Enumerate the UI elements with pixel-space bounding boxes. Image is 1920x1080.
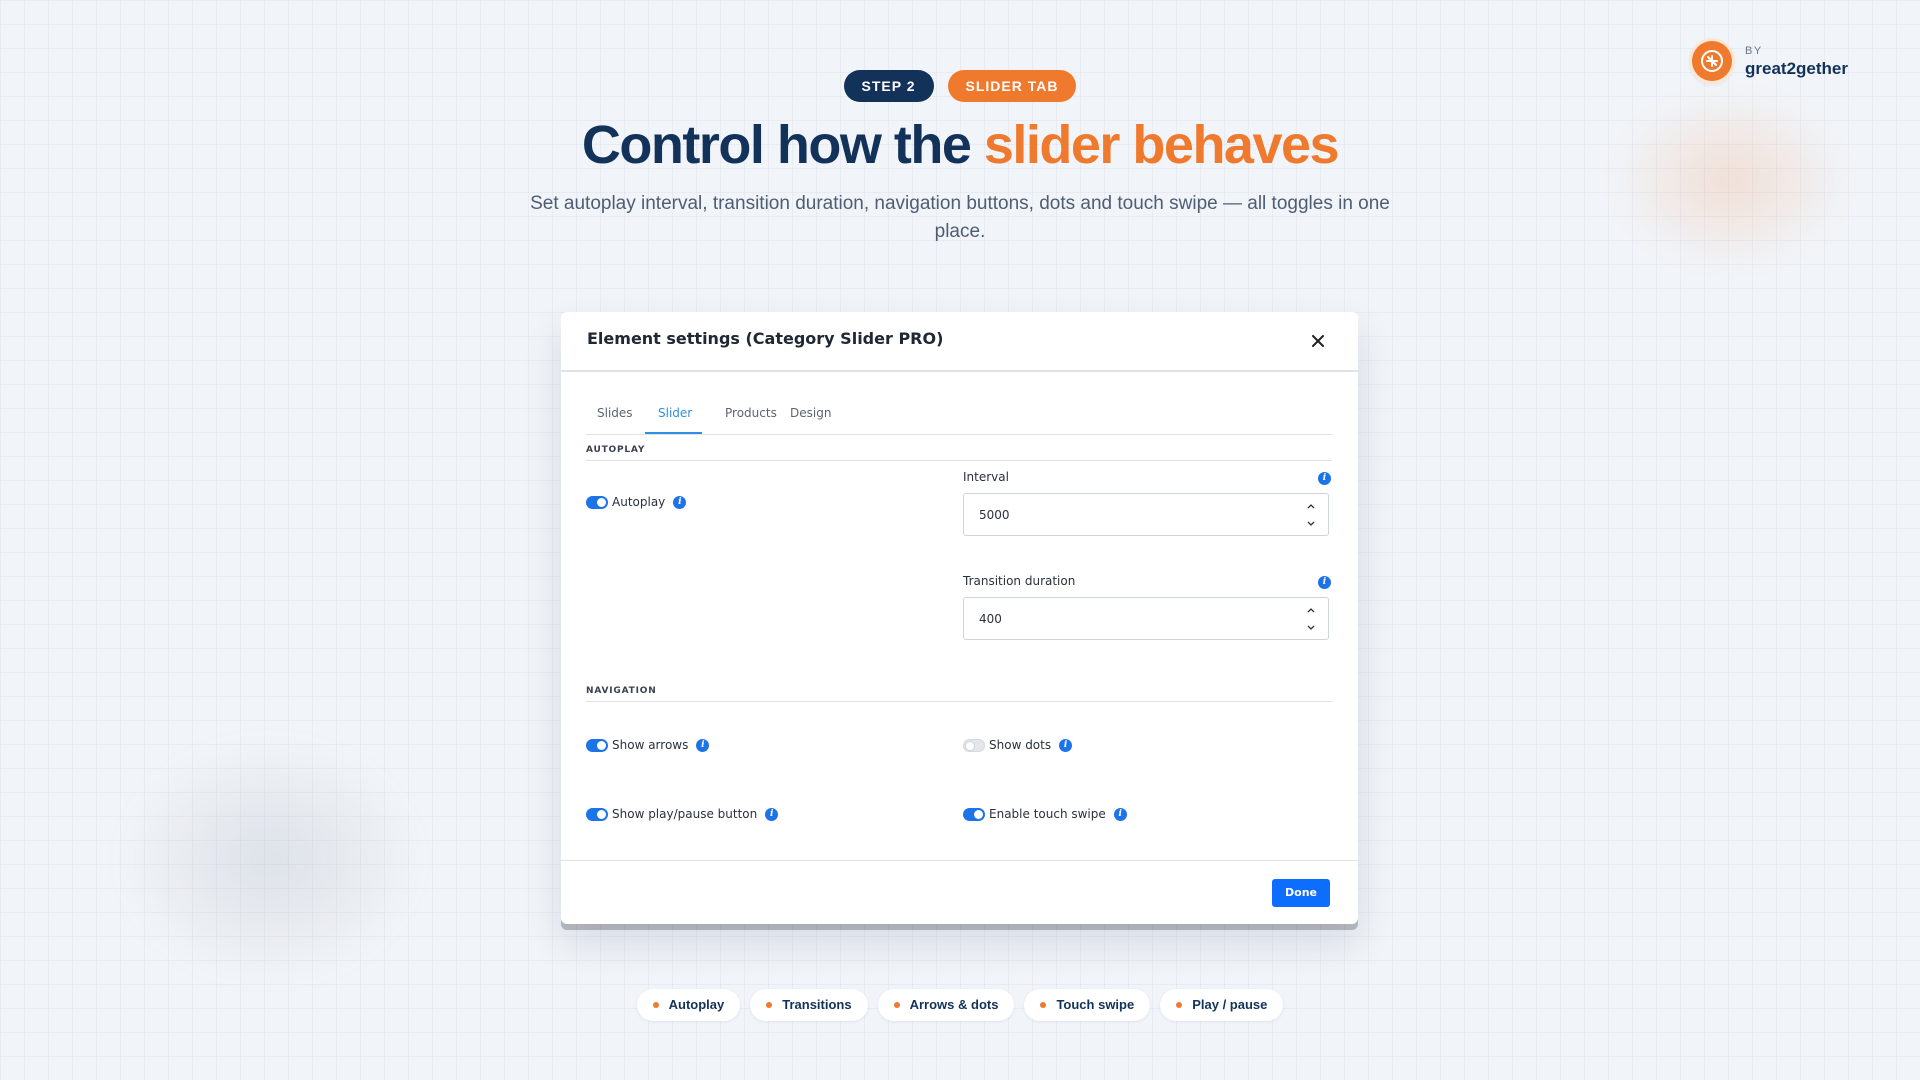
touch-swipe-toggle[interactable]: [963, 807, 985, 821]
transition-duration-input[interactable]: 400: [963, 597, 1329, 640]
navigation-section-label: NAVIGATION: [586, 686, 1332, 702]
show-arrows-toggle[interactable]: [586, 738, 608, 752]
settings-tabs: Slides Slider Products Design: [586, 394, 1332, 435]
show-arrows-label: Show arrows: [612, 738, 689, 752]
show-dots-label: Show dots: [989, 738, 1052, 752]
show-arrows-row: Show arrows i: [586, 738, 710, 752]
autoplay-toggle[interactable]: [586, 495, 608, 509]
close-button[interactable]: [1305, 328, 1331, 354]
background-glow-gray: [120, 740, 420, 980]
feature-chip: Touch swipe: [1024, 989, 1151, 1021]
transition-label: Transition duration: [963, 574, 1076, 588]
page-title-main: Control how the: [581, 115, 984, 175]
tab-slides[interactable]: Slides: [597, 406, 633, 420]
tab-slider[interactable]: Slider: [658, 406, 692, 420]
info-icon[interactable]: i: [1113, 807, 1127, 821]
feature-chip: Play / pause: [1160, 989, 1284, 1021]
interval-value: 5000: [979, 508, 1010, 522]
done-button[interactable]: Done: [1272, 879, 1330, 907]
feature-chip: Arrows & dots: [877, 989, 1015, 1021]
step-pills: STEP 2 SLIDER TAB: [0, 70, 1920, 102]
feature-chip: Transitions: [750, 989, 868, 1021]
bullet-dot-icon: [893, 1002, 900, 1008]
chip-label: Autoplay: [668, 997, 725, 1012]
close-icon: [1312, 335, 1324, 347]
info-icon[interactable]: i: [1318, 472, 1331, 485]
info-icon[interactable]: i: [765, 807, 779, 821]
chip-label: Touch swipe: [1056, 997, 1135, 1012]
autoplay-toggle-row: Autoplay i: [586, 495, 687, 509]
bullet-dot-icon: [766, 1002, 773, 1008]
info-icon[interactable]: i: [696, 738, 710, 752]
transition-value: 400: [979, 612, 1002, 626]
interval-input[interactable]: 5000: [963, 493, 1329, 536]
show-play-pause-row: Show play/pause button i: [586, 807, 779, 821]
autoplay-label: Autoplay: [612, 495, 666, 509]
info-icon[interactable]: i: [673, 495, 687, 509]
tab-products[interactable]: Products: [725, 406, 777, 420]
bullet-dot-icon: [1176, 1002, 1183, 1008]
dialog-footer-divider: [561, 860, 1358, 861]
chip-label: Transitions: [782, 997, 852, 1012]
chip-label: Play / pause: [1192, 997, 1268, 1012]
page-subtitle: Set autoplay interval, transition durati…: [530, 193, 1390, 242]
info-icon[interactable]: i: [1059, 738, 1073, 752]
bullet-dot-icon: [1040, 1002, 1047, 1008]
dialog-title: Element settings (Category Slider PRO): [587, 329, 944, 348]
touch-swipe-row: Enable touch swipe i: [963, 807, 1127, 821]
dialog-header: Element settings (Category Slider PRO): [561, 312, 1358, 372]
step-pill: STEP 2: [843, 70, 934, 102]
bullet-dot-icon: [652, 1002, 659, 1008]
feature-chip: Autoplay: [636, 989, 741, 1021]
show-play-pause-label: Show play/pause button: [612, 807, 758, 821]
feature-chips: Autoplay Transitions Arrows & dots Touch…: [0, 989, 1920, 1021]
show-dots-row: Show dots i: [963, 738, 1073, 752]
interval-label: Interval: [963, 470, 1009, 484]
page-title-accent: slider behaves: [983, 115, 1340, 175]
autoplay-section-label: AUTOPLAY: [586, 445, 1332, 461]
show-dots-toggle[interactable]: [963, 738, 985, 752]
element-settings-dialog: Element settings (Category Slider PRO) S…: [561, 312, 1358, 924]
show-play-pause-toggle[interactable]: [586, 807, 608, 821]
chip-label: Arrows & dots: [909, 997, 999, 1012]
active-tab-indicator: [645, 432, 702, 434]
page-title: Control how the slider behaves: [0, 114, 1920, 176]
touch-swipe-label: Enable touch swipe: [989, 807, 1106, 821]
stepper-arrows-icon[interactable]: [1306, 500, 1316, 530]
tab-design[interactable]: Design: [790, 406, 831, 420]
stepper-arrows-icon[interactable]: [1306, 604, 1316, 634]
tab-pill: SLIDER TAB: [947, 70, 1077, 102]
info-icon[interactable]: i: [1318, 576, 1331, 589]
brand-by-label: BY: [1745, 44, 1763, 57]
